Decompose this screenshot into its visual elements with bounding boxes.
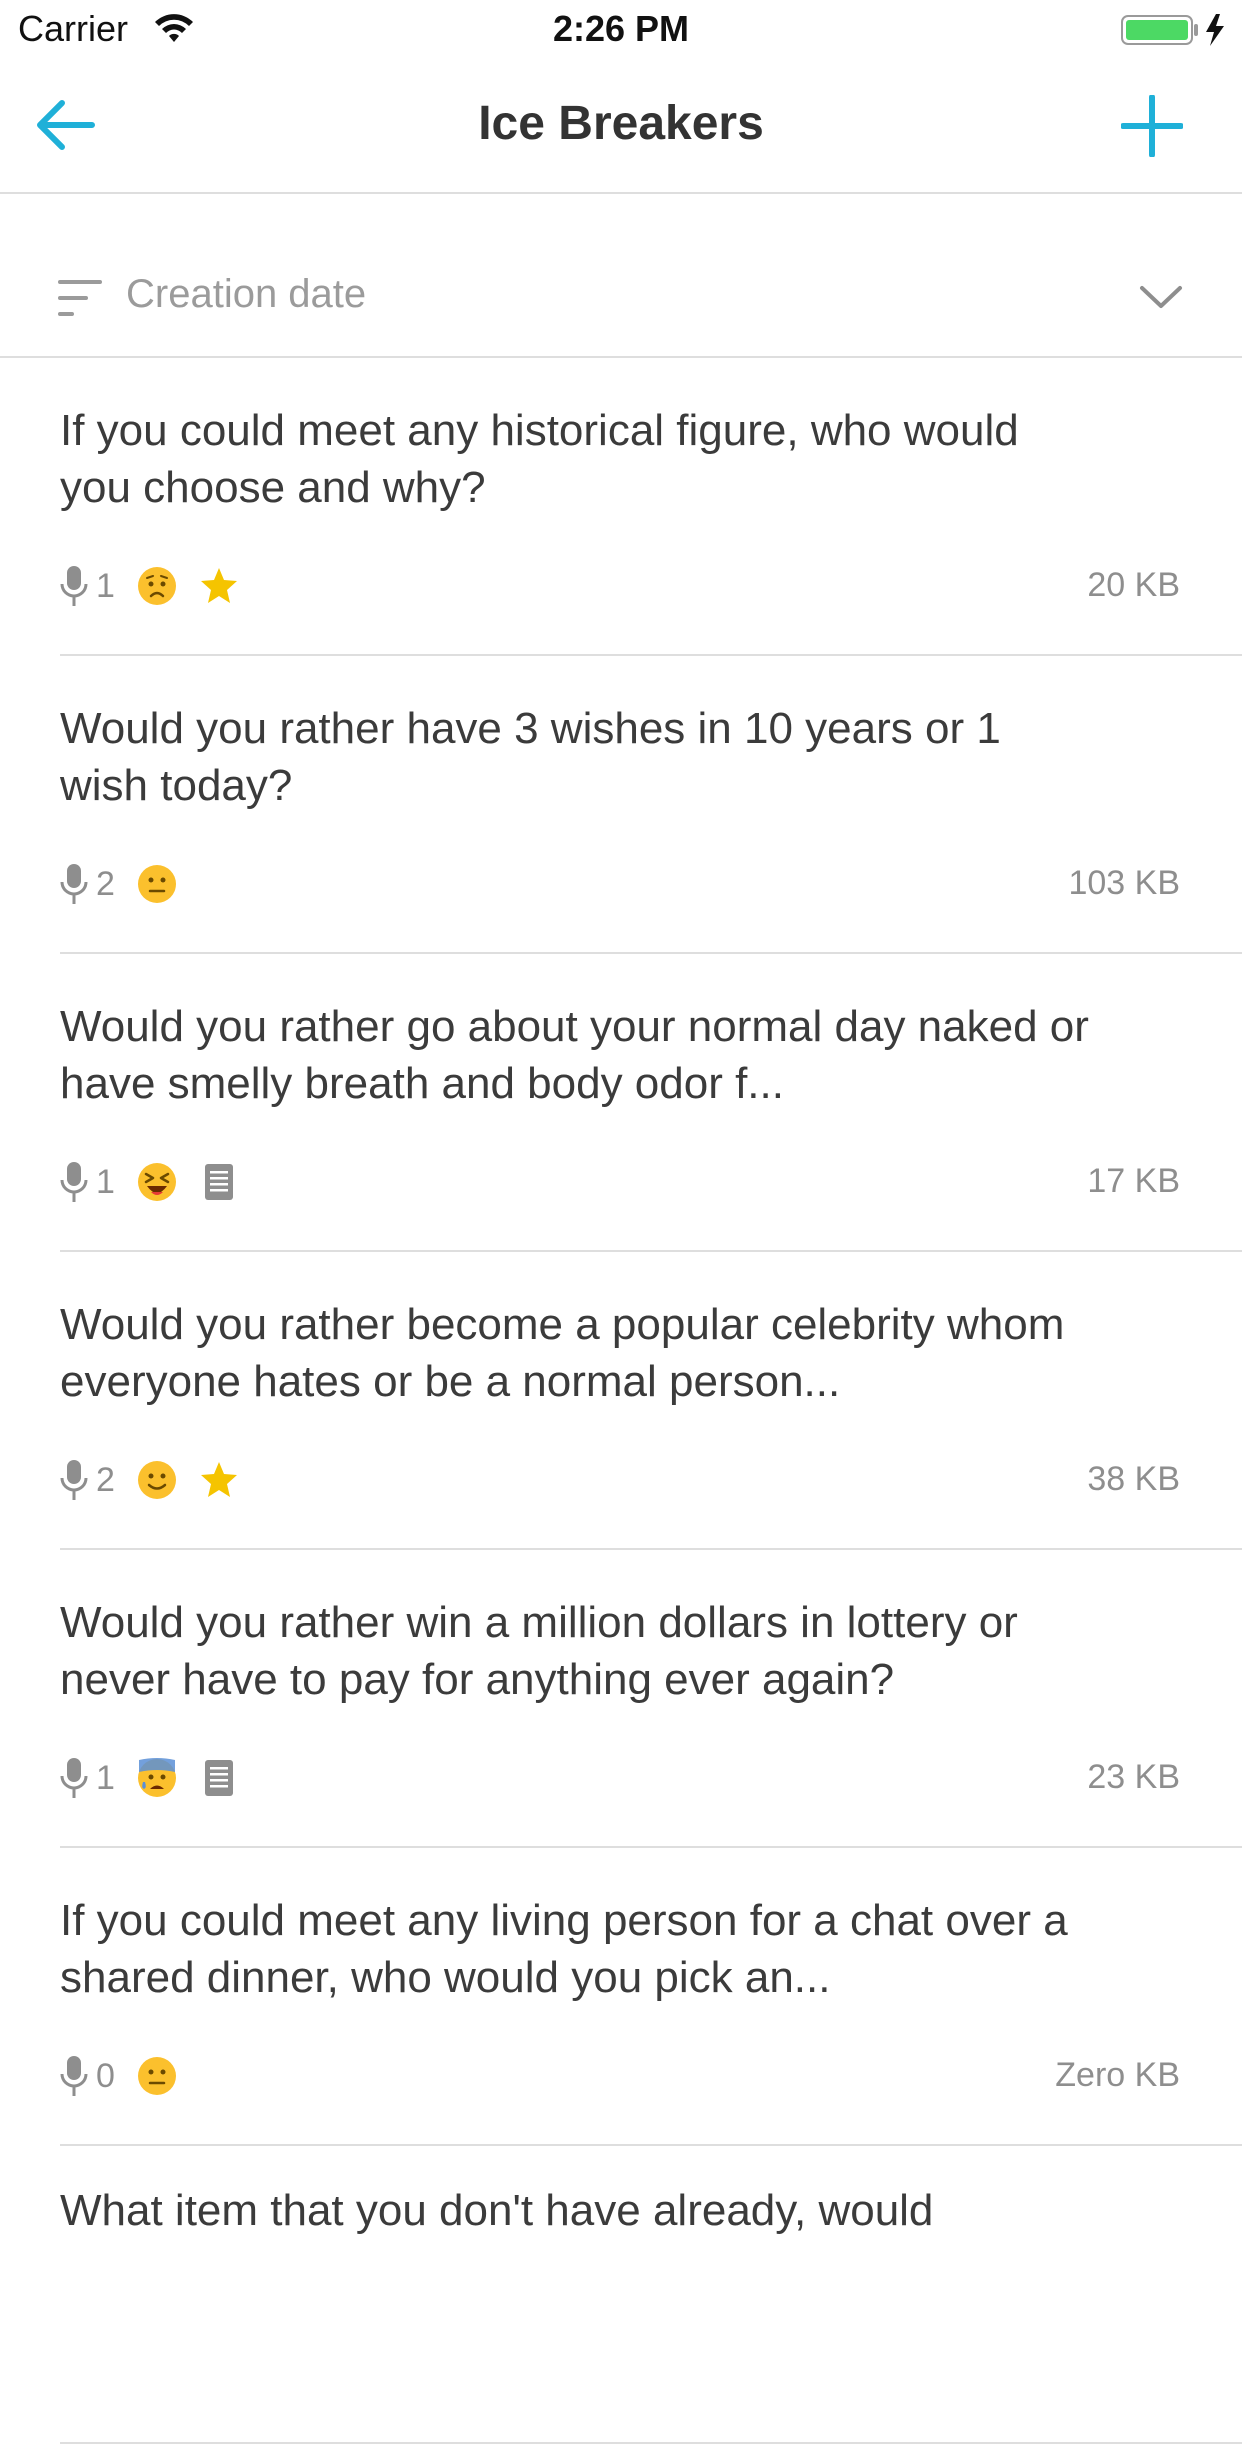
chevron-down-icon	[1140, 286, 1182, 308]
recording-count: 2	[96, 1460, 115, 1499]
laughing-face-icon	[137, 1163, 176, 1201]
plus-icon	[1121, 95, 1183, 157]
note-icon	[204, 1164, 233, 1200]
item-size: Zero KB	[1055, 2056, 1180, 2094]
anxious-sweat-face-icon	[137, 1758, 176, 1797]
neutral-face-icon	[137, 2057, 176, 2095]
list-item[interactable]: Would you rather go about your normal da…	[60, 954, 1242, 1252]
item-meta: 2	[60, 1458, 239, 1502]
item-size: 38 KB	[1087, 1460, 1180, 1498]
item-title: What item that you don't have already, w…	[60, 2186, 934, 2235]
item-size: 20 KB	[1087, 566, 1180, 604]
microphone-icon	[60, 1758, 88, 1798]
navigation-bar: Ice Breakers	[0, 60, 1242, 194]
item-title: Would you rather have 3 wishes in 10 yea…	[60, 704, 1001, 810]
neutral-face-icon	[137, 865, 176, 903]
item-title: Would you rather win a million dollars i…	[60, 1598, 1018, 1704]
page-title: Ice Breakers	[478, 97, 764, 150]
ice-breakers-list: If you could meet any historical figure,…	[0, 358, 1242, 2444]
sort-selector[interactable]: Creation date	[0, 238, 1242, 358]
sad-face-icon	[137, 567, 176, 605]
sort-lines-icon	[58, 280, 102, 316]
item-meta: 1	[60, 1756, 239, 1800]
item-title: Would you rather go about your normal da…	[60, 1002, 1089, 1108]
recording-count: 0	[96, 2056, 115, 2095]
star-icon	[200, 568, 237, 603]
item-size: 17 KB	[1087, 1162, 1180, 1200]
status-bar: Carrier 2:26 PM	[0, 0, 1242, 60]
status-time: 2:26 PM	[552, 8, 690, 49]
microphone-icon	[60, 566, 88, 606]
recording-count: 1	[96, 1758, 115, 1797]
list-item[interactable]: What item that you don't have already, w…	[60, 2146, 1242, 2444]
list-item[interactable]: Would you rather win a million dollars i…	[60, 1550, 1242, 1848]
item-meta: 1	[60, 1160, 239, 1204]
item-meta: 2	[60, 862, 199, 906]
list-item[interactable]: Would you rather become a popular celebr…	[60, 1252, 1242, 1550]
item-title: If you could meet any living person for …	[60, 1896, 1068, 2002]
item-meta: 0	[60, 2054, 199, 2098]
list-item[interactable]: If you could meet any living person for …	[60, 1848, 1242, 2146]
battery-charging-icon	[1121, 14, 1224, 46]
note-icon	[204, 1760, 233, 1796]
microphone-icon	[60, 1162, 88, 1202]
item-title: If you could meet any historical figure,…	[60, 406, 1019, 512]
list-item[interactable]: If you could meet any historical figure,…	[60, 358, 1242, 656]
recording-count: 1	[96, 566, 115, 605]
microphone-icon	[60, 864, 88, 904]
item-meta: 1	[60, 564, 239, 608]
smiling-face-icon	[137, 1461, 176, 1499]
add-button[interactable]	[1116, 90, 1188, 162]
item-title: Would you rather become a popular celebr…	[60, 1300, 1065, 1406]
list-item[interactable]: Would you rather have 3 wishes in 10 yea…	[60, 656, 1242, 954]
item-size: 23 KB	[1087, 1758, 1180, 1796]
recording-count: 1	[96, 1162, 115, 1201]
microphone-icon	[60, 2056, 88, 2096]
star-icon	[200, 1462, 237, 1497]
sort-label: Creation date	[126, 272, 367, 316]
item-size: 103 KB	[1068, 864, 1180, 902]
microphone-icon	[60, 1460, 88, 1500]
recording-count: 2	[96, 864, 115, 903]
